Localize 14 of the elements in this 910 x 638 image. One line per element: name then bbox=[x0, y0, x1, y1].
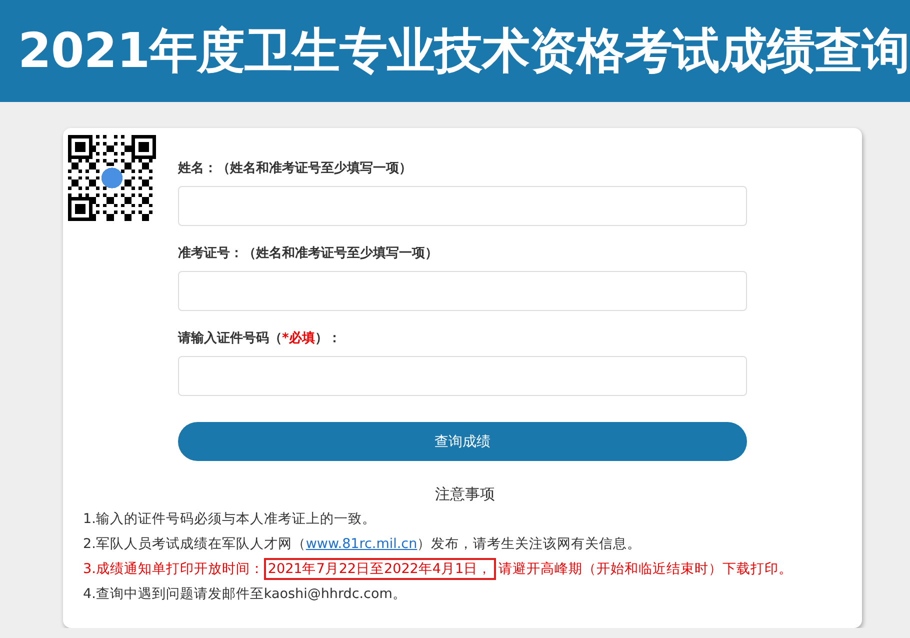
field-label: 姓名：（姓名和准考证号至少填写一项） bbox=[178, 160, 413, 178]
page-title: 2021年度卫生专业技术资格考试成绩查询 bbox=[18, 22, 910, 81]
notes-title: 注意事项 bbox=[434, 484, 496, 505]
input-field[interactable] bbox=[178, 356, 747, 396]
query-button[interactable]: 查询成绩 bbox=[178, 422, 747, 461]
input-field[interactable] bbox=[178, 186, 747, 226]
note-text: 4.查询中遇到问题请发邮件至kaoshi@hhrdc.com。 bbox=[82, 585, 408, 604]
website-link[interactable]: www.81rc.mil.cn bbox=[306, 536, 418, 552]
note-text: 2.军队人员考试成绩在军队人才网（www.81rc.mil.cn）发布，请考生关注该网有关信息。 bbox=[82, 535, 642, 554]
field-label: 准考证号：（姓名和准考证号至少填写一项） bbox=[178, 245, 439, 263]
field-label: 请输入证件号码（*必填）： bbox=[178, 330, 342, 348]
note-text: 1.输入的证件号码必须与本人准考证上的一致。 bbox=[82, 510, 377, 529]
note-text: 3.成绩通知单打印开放时间： 2021年7月22日至2022年4月1日， 请避开高峰期（开始和临近结束时）下载打印。 bbox=[68, 557, 862, 582]
input-field[interactable] bbox=[178, 271, 747, 311]
